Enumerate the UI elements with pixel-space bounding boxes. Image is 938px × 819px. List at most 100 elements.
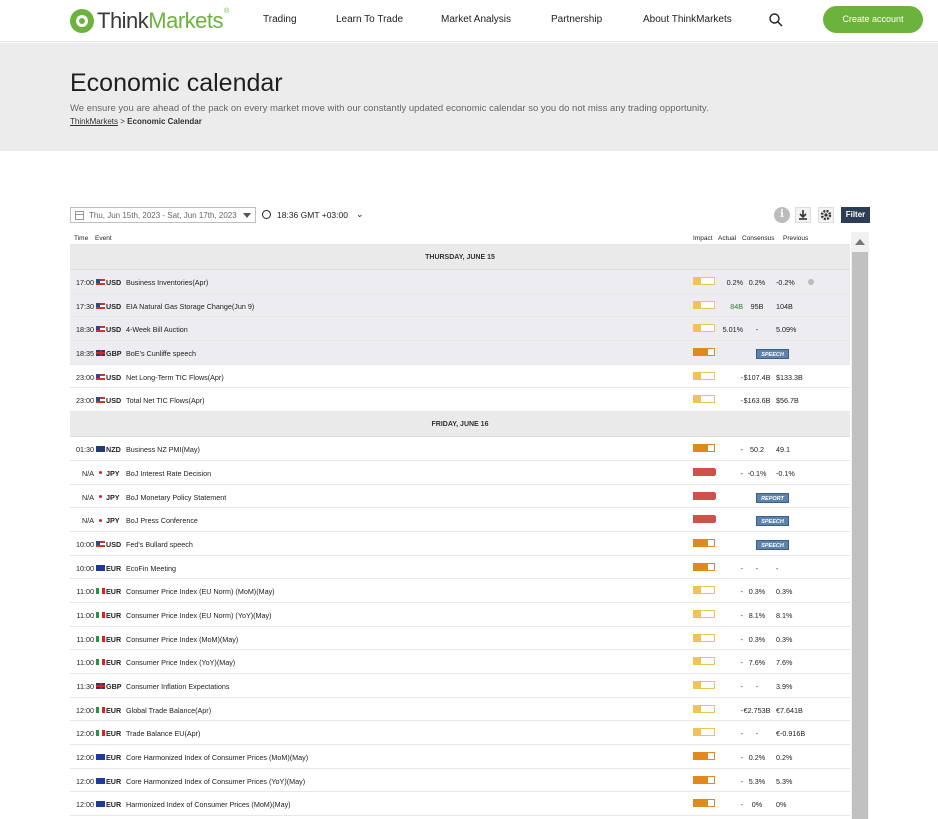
event-row[interactable]: N/A JPY BoJ Press Conference SPEECH	[70, 508, 850, 532]
nav-item-market-analysis[interactable]: Market Analysis	[441, 14, 511, 25]
nav-item-about[interactable]: About ThinkMarkets	[643, 14, 732, 25]
event-row[interactable]: 12:00 EUR Core Harmonized Index of Consume…	[70, 769, 850, 793]
page-subtitle: We ensure you are ahead of the pack on e…	[70, 103, 709, 114]
thinkmarkets-logo[interactable]: ThinkMarkets®	[70, 8, 229, 34]
event-consensus: €2.753B	[743, 705, 771, 715]
search-icon[interactable]	[768, 12, 784, 28]
table-scrollbar[interactable]	[851, 232, 869, 819]
header-event: Event	[95, 235, 112, 242]
event-actual: -	[740, 705, 743, 715]
header-consensus: Consensus	[742, 235, 775, 242]
event-row[interactable]: 12:00 EUR Core Harmonized Index of Consume…	[70, 745, 850, 769]
event-row[interactable]: 11:00 EUR Consumer Price Index (YoY)(May) -…	[70, 650, 850, 674]
impact-fill	[694, 396, 701, 403]
revision-info-icon[interactable]	[808, 279, 814, 285]
event-row[interactable]: 18:30 USD 4-Week Bill Auction 5.01% - 5.09%	[70, 317, 850, 342]
filter-button[interactable]: Filter	[841, 207, 870, 223]
impact-indicator	[693, 444, 715, 453]
event-name: Consumer Price Index (EU Norm) (MoM)(May…	[126, 587, 275, 597]
event-consensus: 5.3%	[748, 776, 766, 786]
event-row[interactable]: 17:30 USD EIA Natural Gas Storage Change(J…	[70, 293, 850, 318]
event-row[interactable]: 17:00 USD Business Inventories(Apr) 0.2% 0.2…	[70, 270, 850, 294]
event-time: N/A	[82, 468, 94, 478]
event-row[interactable]: 23:00 USD Total Net TIC Flows(Apr) - $163.6B…	[70, 388, 850, 413]
impact-indicator	[693, 609, 715, 618]
event-row[interactable]: N/A JPY BoJ Interest Rate Decision - -0.1% -0…	[70, 461, 850, 485]
nav-item-trading[interactable]: Trading	[263, 14, 297, 25]
event-consensus: 0.2%	[748, 753, 766, 763]
impact-indicator	[693, 324, 715, 333]
scroll-up-arrow-icon[interactable]	[855, 239, 865, 245]
event-previous: 0.3%	[776, 634, 793, 644]
breadcrumb: ThinkMarkets > Economic Calendar	[70, 117, 202, 126]
impact-indicator	[693, 681, 715, 689]
event-row[interactable]: 10:00 EUR EcoFin Meeting - - -	[70, 556, 850, 580]
event-name: Global Trade Balance(Apr)	[126, 705, 212, 715]
event-previous: 7.6%	[776, 658, 793, 668]
event-row[interactable]: 12:00 EUR Harmonized Index of Consumer Pri…	[70, 792, 850, 817]
us-flag-icon	[96, 373, 105, 380]
event-row[interactable]: 10:00 USD Fed's Bullard speech SPEECH	[70, 532, 850, 556]
event-row[interactable]: 11:30 GBP Consumer Inflation Expectations -…	[70, 674, 850, 698]
event-time: 23:00	[76, 396, 94, 406]
impact-fill	[694, 729, 701, 736]
event-currency: JPY	[106, 468, 120, 478]
event-row[interactable]: 11:00 EUR Consumer Price Index (EU Norm) (…	[70, 603, 850, 627]
event-previous: 0.2%	[776, 753, 793, 763]
event-actual: -	[740, 396, 743, 406]
scrollbar-thumb[interactable]	[852, 252, 868, 819]
gb-flag-icon	[96, 350, 105, 357]
timezone-selector[interactable]: 18:36 GMT +03:00 ⌄	[262, 209, 364, 220]
event-time: 18:35	[76, 349, 94, 359]
event-actual: 5.01%	[722, 325, 743, 335]
eu-flag-icon	[96, 564, 105, 571]
impact-indicator	[693, 300, 715, 309]
event-actual: -	[740, 587, 743, 597]
impact-indicator	[693, 728, 715, 737]
it-flag-icon	[96, 659, 105, 666]
nav-item-learn-to-trade[interactable]: Learn To Trade	[336, 14, 403, 25]
impact-indicator	[693, 704, 715, 713]
event-currency: EUR	[106, 776, 122, 786]
event-row[interactable]: 23:00 USD Net Long-Term TIC Flows(Apr) - $10…	[70, 365, 850, 389]
impact-indicator	[693, 395, 715, 404]
download-icon[interactable]	[795, 207, 811, 223]
event-consensus: -0.1%	[747, 468, 767, 478]
breadcrumb-home-link[interactable]: ThinkMarkets	[70, 117, 118, 126]
event-row[interactable]: 11:00 EUR Consumer Price Index (EU Norm) (…	[70, 579, 850, 603]
event-name: Consumer Price Index (EU Norm) (YoY)(May…	[126, 610, 272, 620]
nav-item-partnership[interactable]: Partnership	[551, 14, 602, 25]
impact-fill	[694, 492, 716, 499]
event-row[interactable]: 12:00 EUR Global Trade Balance(Apr) - €2.753…	[70, 698, 850, 722]
event-name: Trade Balance EU(Apr)	[126, 729, 201, 739]
event-name: BoJ Monetary Policy Statement	[126, 492, 227, 502]
day-header: THURSDAY, JUNE 15	[70, 245, 850, 270]
event-name: 4-Week Bill Auction	[126, 325, 188, 335]
date-range-picker[interactable]: Thu, Jun 15th, 2023 - Sat, Jun 17th, 202…	[70, 207, 256, 223]
event-time: 12:00	[76, 729, 94, 739]
event-row[interactable]: 11:00 EUR Consumer Price Index (MoM)(May) -…	[70, 627, 850, 651]
eu-flag-icon	[96, 801, 105, 808]
impact-fill	[694, 325, 701, 332]
impact-fill	[694, 563, 708, 570]
event-type-badge: SPEECH	[756, 539, 789, 550]
event-consensus: 0%	[751, 800, 763, 810]
event-currency: JPY	[106, 492, 120, 502]
event-currency: EUR	[106, 705, 122, 715]
event-row[interactable]: 18:35 GBP BoE's Cunliffe speech SPEECH	[70, 341, 850, 365]
event-actual: -	[740, 682, 743, 691]
us-flag-icon	[96, 540, 105, 547]
event-consensus: 8.1%	[748, 610, 766, 620]
event-row[interactable]: 01:30 NZD Business NZ PMI(May) -50.2 49.1	[70, 437, 850, 461]
event-row[interactable]: N/A JPY BoJ Monetary Policy Statement REPOR…	[70, 485, 850, 509]
info-icon[interactable]: i	[774, 207, 790, 223]
event-name: Business Inventories(Apr)	[126, 278, 209, 287]
event-time: 11:00	[76, 634, 94, 644]
timezone-text: 18:36 GMT +03:00	[277, 209, 348, 220]
gb-flag-icon	[96, 683, 105, 689]
event-row[interactable]: 12:00 EUR Trade Balance EU(Apr) - - €-0.916B	[70, 721, 850, 746]
create-account-button[interactable]: Create account	[823, 6, 923, 33]
gear-icon[interactable]	[818, 207, 834, 223]
jp-flag-icon	[96, 517, 105, 524]
event-previous: 49.1	[776, 445, 790, 455]
